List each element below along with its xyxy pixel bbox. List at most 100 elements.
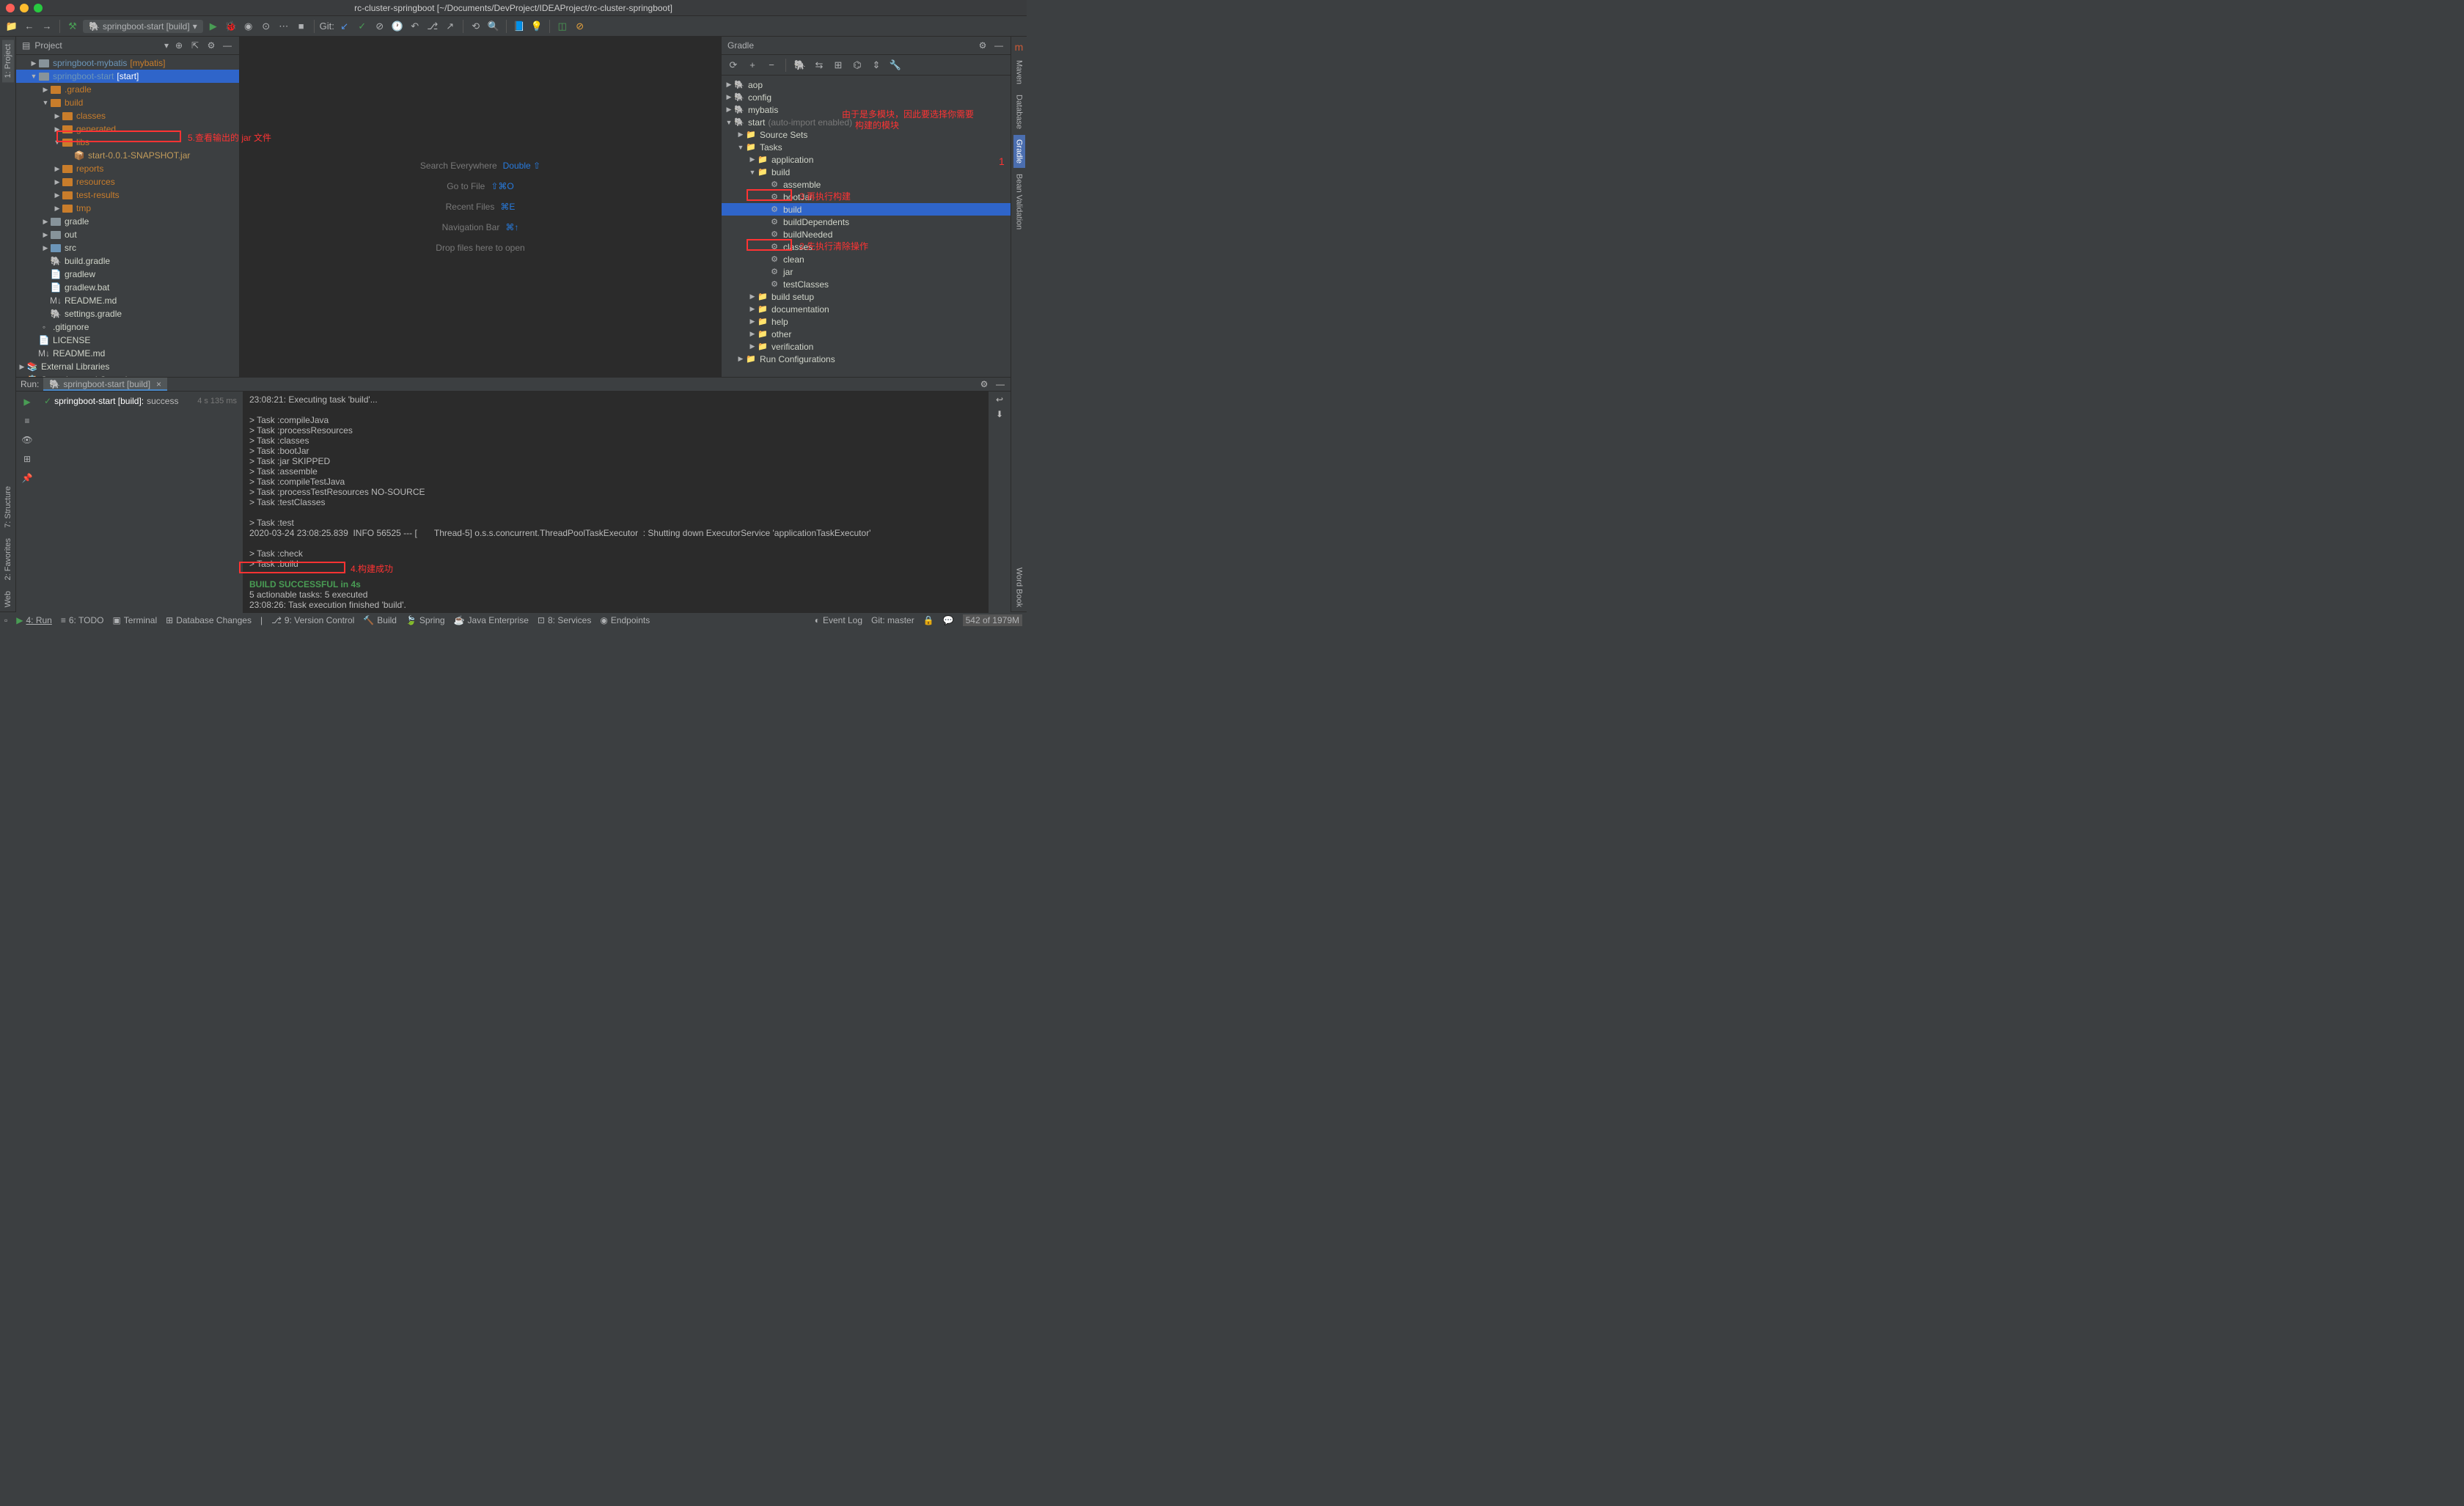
select-opened-icon[interactable]: ⊕ [173,40,185,51]
tree-folder-resources[interactable]: ▶resources [16,175,239,188]
sb-services[interactable]: ⊡ 8: Services [538,615,591,625]
sync-icon[interactable]: ⟲ [469,19,483,34]
hide-icon[interactable]: — [221,40,233,51]
sb-memory[interactable]: 542 of 1979M [963,614,1022,626]
gradle-tasks-documentation[interactable]: ▶📁documentation [722,303,1011,315]
back-icon[interactable]: ← [22,19,37,34]
suppress-icon[interactable]: ⊘ [573,19,587,34]
tree-folder-classes[interactable]: ▶classes [16,109,239,122]
rail-favorites[interactable]: 2: Favorites [2,534,14,584]
gradle-refresh-icon[interactable]: ⟳ [726,58,741,73]
tree-file-gitignore[interactable]: ◦.gitignore [16,320,239,334]
tree-file-build-gradle[interactable]: 🐘build.gradle [16,254,239,268]
gradle-add-icon[interactable]: + [745,58,760,73]
run-task-list[interactable]: ✓ springboot-start [build]: success 4 s … [38,392,243,613]
tree-module-mybatis[interactable]: ▶springboot-mybatis[mybatis] [16,56,239,70]
tree-file-readme2[interactable]: M↓README.md [16,347,239,360]
gradle-tasks-build-folder[interactable]: ▼📁build [722,166,1011,178]
run-tab-build[interactable]: 🐘springboot-start [build]× [43,378,167,391]
tree-file-gradlew-bat[interactable]: 📄gradlew.bat [16,281,239,294]
gradle-hide-icon[interactable]: — [993,40,1005,51]
tree-file-readme[interactable]: M↓README.md [16,294,239,307]
git-update-icon[interactable]: ↙ [337,19,352,34]
sb-javaee[interactable]: ☕ Java Enterprise [454,615,529,625]
rail-structure[interactable]: 7: Structure [2,482,14,532]
tree-jar-file[interactable]: 📦start-0.0.1-SNAPSHOT.jar [16,149,239,162]
gradle-tasks-help[interactable]: ▶📁help [722,315,1011,328]
gradle-deps-icon[interactable]: ⌬ [850,58,865,73]
sb-terminal[interactable]: ▣ Terminal [112,615,157,625]
rail-word-book[interactable]: Word Book [1013,563,1025,611]
expand-icon[interactable]: ⊞ [20,452,34,466]
git-commit-icon[interactable]: ✓ [355,19,370,34]
run-task-row[interactable]: ✓ springboot-start [build]: success 4 s … [41,394,240,408]
stop-process-icon[interactable]: ≡ [20,414,34,428]
show-icon[interactable]: 👁 [20,433,34,447]
gradle-module-mybatis[interactable]: ▶🐘mybatis [722,103,1011,116]
gradle-tasks-application[interactable]: ▶📁application [722,153,1011,166]
tree-folder-build[interactable]: ▼build [16,96,239,109]
rail-gradle[interactable]: Gradle [1013,135,1025,168]
tree-folder-test-results[interactable]: ▶test-results [16,188,239,202]
git-branch-icon[interactable]: ⎇ [425,19,440,34]
run-settings-icon[interactable]: ⚙ [978,378,990,390]
gradle-module-config[interactable]: ▶🐘config [722,91,1011,103]
rail-database[interactable]: Database [1013,90,1025,133]
sb-dbchanges[interactable]: ⊞ Database Changes [166,615,252,625]
gradle-task-builddependents[interactable]: ⚙buildDependents [722,216,1011,228]
gradle-task-jar[interactable]: ⚙jar [722,265,1011,278]
sb-eventlog[interactable]: ◐ Event Log [815,615,862,625]
git-push-icon[interactable]: ↗ [443,19,458,34]
tip-icon[interactable]: 💡 [529,19,544,34]
tree-folder-out[interactable]: ▶out [16,228,239,241]
run-config-dropdown[interactable]: 🐘 springboot-start [build] ▾ [83,20,203,33]
gradle-module-aop[interactable]: ▶🐘aop [722,78,1011,91]
tree-folder-gradle[interactable]: ▶gradle [16,215,239,228]
gradle-task-classes[interactable]: ⚙classes [722,240,1011,253]
sb-endpoints[interactable]: ◉ Endpoints [600,615,650,625]
tree-file-settings-gradle[interactable]: 🐘settings.gradle [16,307,239,320]
gradle-run-configurations[interactable]: ▶📁Run Configurations [722,353,1011,365]
maximize-window-icon[interactable] [34,4,43,12]
tree-folder-tmp[interactable]: ▶tmp [16,202,239,215]
run-hide-icon[interactable]: — [994,378,1006,390]
minimize-window-icon[interactable] [20,4,29,12]
plugin-icon[interactable]: ◫ [555,19,570,34]
maven-m-icon[interactable]: m [1013,40,1025,54]
tree-folder-generated[interactable]: ▶generated [16,122,239,136]
soft-wrap-icon[interactable]: ↩ [996,394,1003,405]
rerun-icon[interactable]: ▶ [20,394,34,409]
tree-folder-reports[interactable]: ▶reports [16,162,239,175]
tree-external-libraries[interactable]: ▶📚External Libraries [16,360,239,373]
collapse-all-icon[interactable]: ⇱ [189,40,201,51]
close-window-icon[interactable] [6,4,15,12]
rail-maven[interactable]: Maven [1013,56,1025,89]
gradle-task-assemble[interactable]: ⚙assemble [722,178,1011,191]
gradle-collapse-icon[interactable]: ⇕ [869,58,884,73]
gradle-tool-settings-icon[interactable]: 🔧 [888,58,903,73]
gradle-source-sets[interactable]: ▶📁Source Sets [722,128,1011,141]
run-icon[interactable]: ▶ [206,19,221,34]
coverage-icon[interactable]: ◉ [241,19,256,34]
open-icon[interactable]: 📁 [4,19,19,34]
sb-tool-window-icon[interactable]: ▫ [4,615,7,625]
scroll-end-icon[interactable]: ⬇ [996,409,1003,419]
sb-run[interactable]: ▶4: Run [16,615,52,625]
gradle-task-testclasses[interactable]: ⚙testClasses [722,278,1011,290]
sb-lock-icon[interactable]: 🔒 [923,615,934,625]
console-output[interactable]: 23:08:21: Executing task 'build'... > Ta… [243,392,989,613]
gradle-remove-icon[interactable]: − [764,58,779,73]
pin-icon[interactable]: 📌 [20,471,34,485]
tree-folder-gradle-dot[interactable]: ▶.gradle [16,83,239,96]
gradle-tasks[interactable]: ▼📁Tasks [722,141,1011,153]
stop-icon[interactable]: ■ [294,19,309,34]
sb-build[interactable]: 🔨 Build [363,615,397,625]
tree-folder-libs[interactable]: ▼libs [16,136,239,149]
tree-file-gradlew[interactable]: 📄gradlew [16,268,239,281]
gradle-tasks-other[interactable]: ▶📁other [722,328,1011,340]
gradle-task-buildneeded[interactable]: ⚙buildNeeded [722,228,1011,240]
gradle-task-clean[interactable]: ⚙clean [722,253,1011,265]
gradle-task-build[interactable]: ⚙build [722,203,1011,216]
tree-module-start[interactable]: ▼springboot-start[start] [16,70,239,83]
git-revert-icon[interactable]: ↶ [408,19,422,34]
